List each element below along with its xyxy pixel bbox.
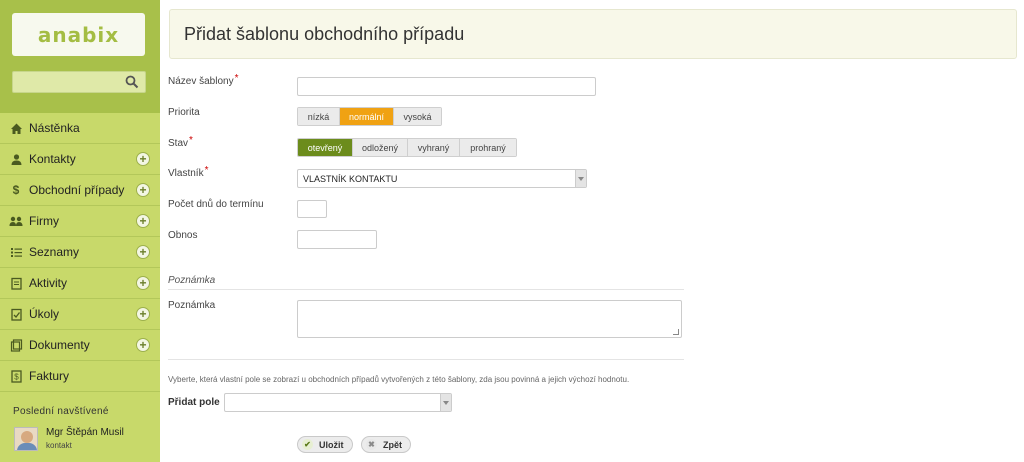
priority-label: Priorita xyxy=(168,107,200,118)
template-name-label: Název šablony* xyxy=(168,73,239,87)
priority-option-normal[interactable]: normální xyxy=(340,108,394,125)
list-icon xyxy=(9,245,23,259)
revenue-input[interactable] xyxy=(297,230,377,249)
recent-heading: Poslední navštívené xyxy=(13,406,109,417)
sidebar-item-firmy[interactable]: Firmy + xyxy=(0,206,160,237)
state-option-open[interactable]: otevřený xyxy=(298,139,353,156)
priority-selector: nízká normální vysoká xyxy=(297,107,442,126)
chevron-down-icon[interactable] xyxy=(575,170,586,187)
revenue-label: Obnos xyxy=(168,230,198,241)
recent-type: kontakt xyxy=(46,441,72,450)
svg-text:$: $ xyxy=(14,372,19,381)
sidebar-item-label: Aktivity xyxy=(29,276,68,290)
state-option-won[interactable]: vyhraný xyxy=(408,139,460,156)
sidebar-item-nastenka[interactable]: Nástěnka xyxy=(0,113,160,144)
owner-select[interactable]: VLASTNÍK KONTAKTU xyxy=(297,169,587,188)
save-button[interactable]: ✔ Uložit xyxy=(297,436,353,453)
section-divider xyxy=(168,289,684,290)
sidebar-item-ukoly[interactable]: Úkoly + xyxy=(0,299,160,330)
priority-option-low[interactable]: nízká xyxy=(298,108,340,125)
note-textarea[interactable] xyxy=(297,300,682,338)
note-label: Poznámka xyxy=(168,300,216,311)
search-icon[interactable] xyxy=(125,75,139,89)
sidebar-item-label: Nástěnka xyxy=(29,121,80,135)
sidebar-header: anabix xyxy=(0,0,160,113)
search-input[interactable] xyxy=(12,71,146,93)
template-name-input[interactable] xyxy=(297,77,596,96)
sidebar-item-aktivity[interactable]: Aktivity + xyxy=(0,268,160,299)
sidebar-item-obchodni-pripady[interactable]: $ Obchodní případy + xyxy=(0,175,160,206)
sidebar: anabix Nástěnka Kontakty + $ Obchodní př… xyxy=(0,0,160,462)
avatar xyxy=(14,427,38,451)
priority-option-high[interactable]: vysoká xyxy=(394,108,441,125)
title-bar: Přidat šablonu obchodního případu xyxy=(169,9,1017,59)
state-label: Stav* xyxy=(168,135,193,149)
add-contact-button[interactable]: + xyxy=(136,152,150,166)
add-task-button[interactable]: + xyxy=(136,307,150,321)
logo-text: anabix xyxy=(37,22,120,47)
add-activity-button[interactable]: + xyxy=(136,276,150,290)
custom-fields-hint: Vyberte, která vlastní pole se zobrazí u… xyxy=(168,375,630,384)
sidebar-item-label: Obchodní případy xyxy=(29,183,125,197)
days-input[interactable] xyxy=(297,200,327,218)
logo[interactable]: anabix xyxy=(12,13,145,56)
add-list-button[interactable]: + xyxy=(136,245,150,259)
state-option-postponed[interactable]: odložený xyxy=(353,139,408,156)
add-field-select[interactable] xyxy=(224,393,452,412)
add-document-button[interactable]: + xyxy=(136,338,150,352)
sidebar-item-seznamy[interactable]: Seznamy + xyxy=(0,237,160,268)
owner-label-text: Vlastník xyxy=(168,168,204,179)
sidebar-item-label: Seznamy xyxy=(29,245,80,259)
sidebar-item-label: Kontakty xyxy=(29,152,76,166)
sidebar-item-label: Faktury xyxy=(29,369,70,383)
activity-icon xyxy=(9,276,23,290)
sidebar-item-faktury[interactable]: $ Faktury xyxy=(0,361,160,392)
required-mark: * xyxy=(234,73,239,84)
state-option-lost[interactable]: prohraný xyxy=(460,139,516,156)
sidebar-item-label: Dokumenty xyxy=(29,338,90,352)
sidebar-nav: Nástěnka Kontakty + $ Obchodní případy +… xyxy=(0,113,160,392)
section-divider xyxy=(168,359,684,360)
add-deal-button[interactable]: + xyxy=(136,183,150,197)
sidebar-item-label: Firmy xyxy=(29,214,59,228)
required-mark: * xyxy=(204,165,209,176)
days-label: Počet dnů do termínu xyxy=(168,199,264,210)
back-button-label: Zpět xyxy=(383,439,402,450)
recent-name[interactable]: Mgr Štěpán Musil xyxy=(46,427,124,439)
template-name-label-text: Název šablony xyxy=(168,76,234,87)
check-icon: ✔ xyxy=(302,439,313,450)
page-title: Přidat šablonu obchodního případu xyxy=(184,24,465,44)
task-icon xyxy=(9,307,23,321)
back-button[interactable]: ✖ Zpět xyxy=(361,436,411,453)
sidebar-item-label: Úkoly xyxy=(29,307,60,321)
document-icon xyxy=(9,338,23,352)
note-section-heading: Poznámka xyxy=(168,275,216,286)
sidebar-item-dokumenty[interactable]: Dokumenty + xyxy=(0,330,160,361)
contact-icon xyxy=(9,152,23,166)
state-selector: otevřený odložený vyhraný prohraný xyxy=(297,138,517,157)
company-icon xyxy=(9,214,23,228)
required-mark: * xyxy=(189,135,193,146)
home-icon xyxy=(9,121,23,135)
state-label-text: Stav xyxy=(168,138,189,149)
owner-label: Vlastník* xyxy=(168,165,209,179)
invoice-icon: $ xyxy=(9,369,23,383)
dollar-icon: $ xyxy=(12,183,20,197)
sidebar-item-kontakty[interactable]: Kontakty + xyxy=(0,144,160,175)
recent-item[interactable]: Mgr Štěpán Musil kontakt xyxy=(14,427,124,451)
save-button-label: Uložit xyxy=(319,439,344,450)
resize-handle[interactable] xyxy=(673,329,679,335)
chevron-down-icon[interactable] xyxy=(440,394,451,411)
owner-select-value: VLASTNÍK KONTAKTU xyxy=(303,174,398,184)
add-company-button[interactable]: + xyxy=(136,214,150,228)
add-field-label: Přidat pole xyxy=(168,397,220,408)
close-icon: ✖ xyxy=(366,439,377,450)
